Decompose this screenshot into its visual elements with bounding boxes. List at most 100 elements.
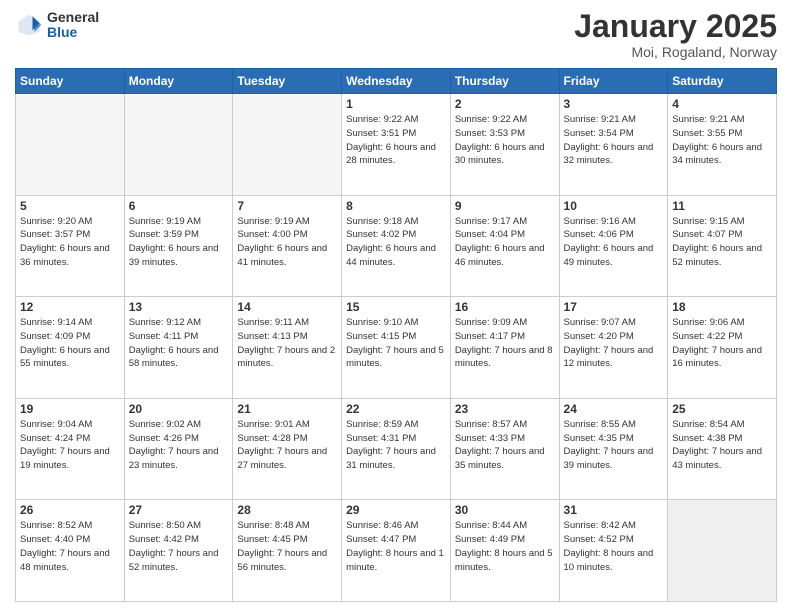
day-info: Sunrise: 9:21 AMSunset: 3:55 PMDaylight:… <box>672 113 772 168</box>
calendar-cell: 29 Sunrise: 8:46 AMSunset: 4:47 PMDayligh… <box>342 500 451 602</box>
day-number: 4 <box>672 97 772 111</box>
weekday-header-friday: Friday <box>559 69 668 94</box>
calendar-week-1: 1 Sunrise: 9:22 AMSunset: 3:51 PMDaylight… <box>16 94 777 196</box>
day-number: 5 <box>20 199 120 213</box>
day-info: Sunrise: 9:11 AMSunset: 4:13 PMDaylight:… <box>237 316 337 371</box>
calendar-cell: 15 Sunrise: 9:10 AMSunset: 4:15 PMDayligh… <box>342 297 451 399</box>
day-info: Sunrise: 8:48 AMSunset: 4:45 PMDaylight:… <box>237 519 337 574</box>
logo-general-text: General <box>47 10 99 25</box>
calendar-cell: 20 Sunrise: 9:02 AMSunset: 4:26 PMDayligh… <box>124 398 233 500</box>
day-info: Sunrise: 9:17 AMSunset: 4:04 PMDaylight:… <box>455 215 555 270</box>
calendar-week-5: 26 Sunrise: 8:52 AMSunset: 4:40 PMDayligh… <box>16 500 777 602</box>
calendar-cell: 12 Sunrise: 9:14 AMSunset: 4:09 PMDayligh… <box>16 297 125 399</box>
day-info: Sunrise: 9:09 AMSunset: 4:17 PMDaylight:… <box>455 316 555 371</box>
day-info: Sunrise: 8:50 AMSunset: 4:42 PMDaylight:… <box>129 519 229 574</box>
day-number: 17 <box>564 300 664 314</box>
day-info: Sunrise: 9:10 AMSunset: 4:15 PMDaylight:… <box>346 316 446 371</box>
day-number: 3 <box>564 97 664 111</box>
day-info: Sunrise: 9:19 AMSunset: 3:59 PMDaylight:… <box>129 215 229 270</box>
calendar-week-2: 5 Sunrise: 9:20 AMSunset: 3:57 PMDaylight… <box>16 195 777 297</box>
day-info: Sunrise: 9:21 AMSunset: 3:54 PMDaylight:… <box>564 113 664 168</box>
day-info: Sunrise: 8:52 AMSunset: 4:40 PMDaylight:… <box>20 519 120 574</box>
day-number: 10 <box>564 199 664 213</box>
day-info: Sunrise: 9:12 AMSunset: 4:11 PMDaylight:… <box>129 316 229 371</box>
calendar-cell: 6 Sunrise: 9:19 AMSunset: 3:59 PMDaylight… <box>124 195 233 297</box>
weekday-header-tuesday: Tuesday <box>233 69 342 94</box>
month-title: January 2025 <box>574 10 777 42</box>
calendar-table: SundayMondayTuesdayWednesdayThursdayFrid… <box>15 68 777 602</box>
logo-icon <box>15 11 43 39</box>
day-number: 11 <box>672 199 772 213</box>
day-number: 26 <box>20 503 120 517</box>
calendar-cell: 2 Sunrise: 9:22 AMSunset: 3:53 PMDaylight… <box>450 94 559 196</box>
day-info: Sunrise: 9:02 AMSunset: 4:26 PMDaylight:… <box>129 418 229 473</box>
calendar-cell <box>233 94 342 196</box>
title-section: January 2025 Moi, Rogaland, Norway <box>574 10 777 60</box>
weekday-header-monday: Monday <box>124 69 233 94</box>
day-number: 13 <box>129 300 229 314</box>
day-info: Sunrise: 9:16 AMSunset: 4:06 PMDaylight:… <box>564 215 664 270</box>
calendar-cell: 21 Sunrise: 9:01 AMSunset: 4:28 PMDayligh… <box>233 398 342 500</box>
day-info: Sunrise: 8:55 AMSunset: 4:35 PMDaylight:… <box>564 418 664 473</box>
day-number: 28 <box>237 503 337 517</box>
calendar-cell: 18Sunrise: 9:06 AMSunset: 4:22 PMDayligh… <box>668 297 777 399</box>
day-number: 30 <box>455 503 555 517</box>
day-number: 16 <box>455 300 555 314</box>
calendar-cell <box>16 94 125 196</box>
day-info: Sunrise: 8:44 AMSunset: 4:49 PMDaylight:… <box>455 519 555 574</box>
calendar-cell: 28 Sunrise: 8:48 AMSunset: 4:45 PMDayligh… <box>233 500 342 602</box>
day-info: Sunrise: 9:01 AMSunset: 4:28 PMDaylight:… <box>237 418 337 473</box>
day-number: 21 <box>237 402 337 416</box>
logo-blue-text: Blue <box>47 25 99 40</box>
day-number: 31 <box>564 503 664 517</box>
day-number: 29 <box>346 503 446 517</box>
calendar-cell: 23 Sunrise: 8:57 AMSunset: 4:33 PMDayligh… <box>450 398 559 500</box>
calendar-cell: 24 Sunrise: 8:55 AMSunset: 4:35 PMDayligh… <box>559 398 668 500</box>
day-number: 8 <box>346 199 446 213</box>
calendar-cell: 7 Sunrise: 9:19 AMSunset: 4:00 PMDaylight… <box>233 195 342 297</box>
day-number: 14 <box>237 300 337 314</box>
day-info: Sunrise: 9:19 AMSunset: 4:00 PMDaylight:… <box>237 215 337 270</box>
day-info: Sunrise: 9:22 AMSunset: 3:53 PMDaylight:… <box>455 113 555 168</box>
calendar-cell: 5 Sunrise: 9:20 AMSunset: 3:57 PMDaylight… <box>16 195 125 297</box>
logo: General Blue <box>15 10 99 41</box>
day-info: Sunrise: 9:22 AMSunset: 3:51 PMDaylight:… <box>346 113 446 168</box>
day-number: 1 <box>346 97 446 111</box>
day-number: 2 <box>455 97 555 111</box>
calendar-cell: 14 Sunrise: 9:11 AMSunset: 4:13 PMDayligh… <box>233 297 342 399</box>
day-number: 7 <box>237 199 337 213</box>
day-number: 24 <box>564 402 664 416</box>
calendar-cell: 3 Sunrise: 9:21 AMSunset: 3:54 PMDaylight… <box>559 94 668 196</box>
weekday-header-saturday: Saturday <box>668 69 777 94</box>
day-number: 27 <box>129 503 229 517</box>
calendar-cell: 17Sunrise: 9:07 AMSunset: 4:20 PMDayligh… <box>559 297 668 399</box>
day-info: Sunrise: 9:18 AMSunset: 4:02 PMDaylight:… <box>346 215 446 270</box>
page: General Blue January 2025 Moi, Rogaland,… <box>0 0 792 612</box>
day-info: Sunrise: 8:42 AMSunset: 4:52 PMDaylight:… <box>564 519 664 574</box>
day-info: Sunrise: 9:20 AMSunset: 3:57 PMDaylight:… <box>20 215 120 270</box>
day-number: 6 <box>129 199 229 213</box>
weekday-header-thursday: Thursday <box>450 69 559 94</box>
day-info: Sunrise: 8:54 AMSunset: 4:38 PMDaylight:… <box>672 418 772 473</box>
calendar-cell: 22 Sunrise: 8:59 AMSunset: 4:31 PMDayligh… <box>342 398 451 500</box>
weekday-header-wednesday: Wednesday <box>342 69 451 94</box>
calendar-cell <box>668 500 777 602</box>
day-number: 12 <box>20 300 120 314</box>
day-number: 22 <box>346 402 446 416</box>
day-number: 23 <box>455 402 555 416</box>
day-number: 25 <box>672 402 772 416</box>
calendar-cell: 13 Sunrise: 9:12 AMSunset: 4:11 PMDayligh… <box>124 297 233 399</box>
day-number: 20 <box>129 402 229 416</box>
day-info: Sunrise: 9:15 AMSunset: 4:07 PMDaylight:… <box>672 215 772 270</box>
day-number: 19 <box>20 402 120 416</box>
day-info: Sunrise: 8:57 AMSunset: 4:33 PMDaylight:… <box>455 418 555 473</box>
day-info: Sunrise: 8:59 AMSunset: 4:31 PMDaylight:… <box>346 418 446 473</box>
day-info: Sunrise: 9:14 AMSunset: 4:09 PMDaylight:… <box>20 316 120 371</box>
day-number: 15 <box>346 300 446 314</box>
calendar-cell: 31 Sunrise: 8:42 AMSunset: 4:52 PMDayligh… <box>559 500 668 602</box>
calendar-week-4: 19Sunrise: 9:04 AMSunset: 4:24 PMDayligh… <box>16 398 777 500</box>
day-info: Sunrise: 9:06 AMSunset: 4:22 PMDaylight:… <box>672 316 772 371</box>
calendar-cell: 16 Sunrise: 9:09 AMSunset: 4:17 PMDayligh… <box>450 297 559 399</box>
day-info: Sunrise: 8:46 AMSunset: 4:47 PMDaylight:… <box>346 519 446 574</box>
calendar-cell: 9Sunrise: 9:17 AMSunset: 4:04 PMDaylight… <box>450 195 559 297</box>
